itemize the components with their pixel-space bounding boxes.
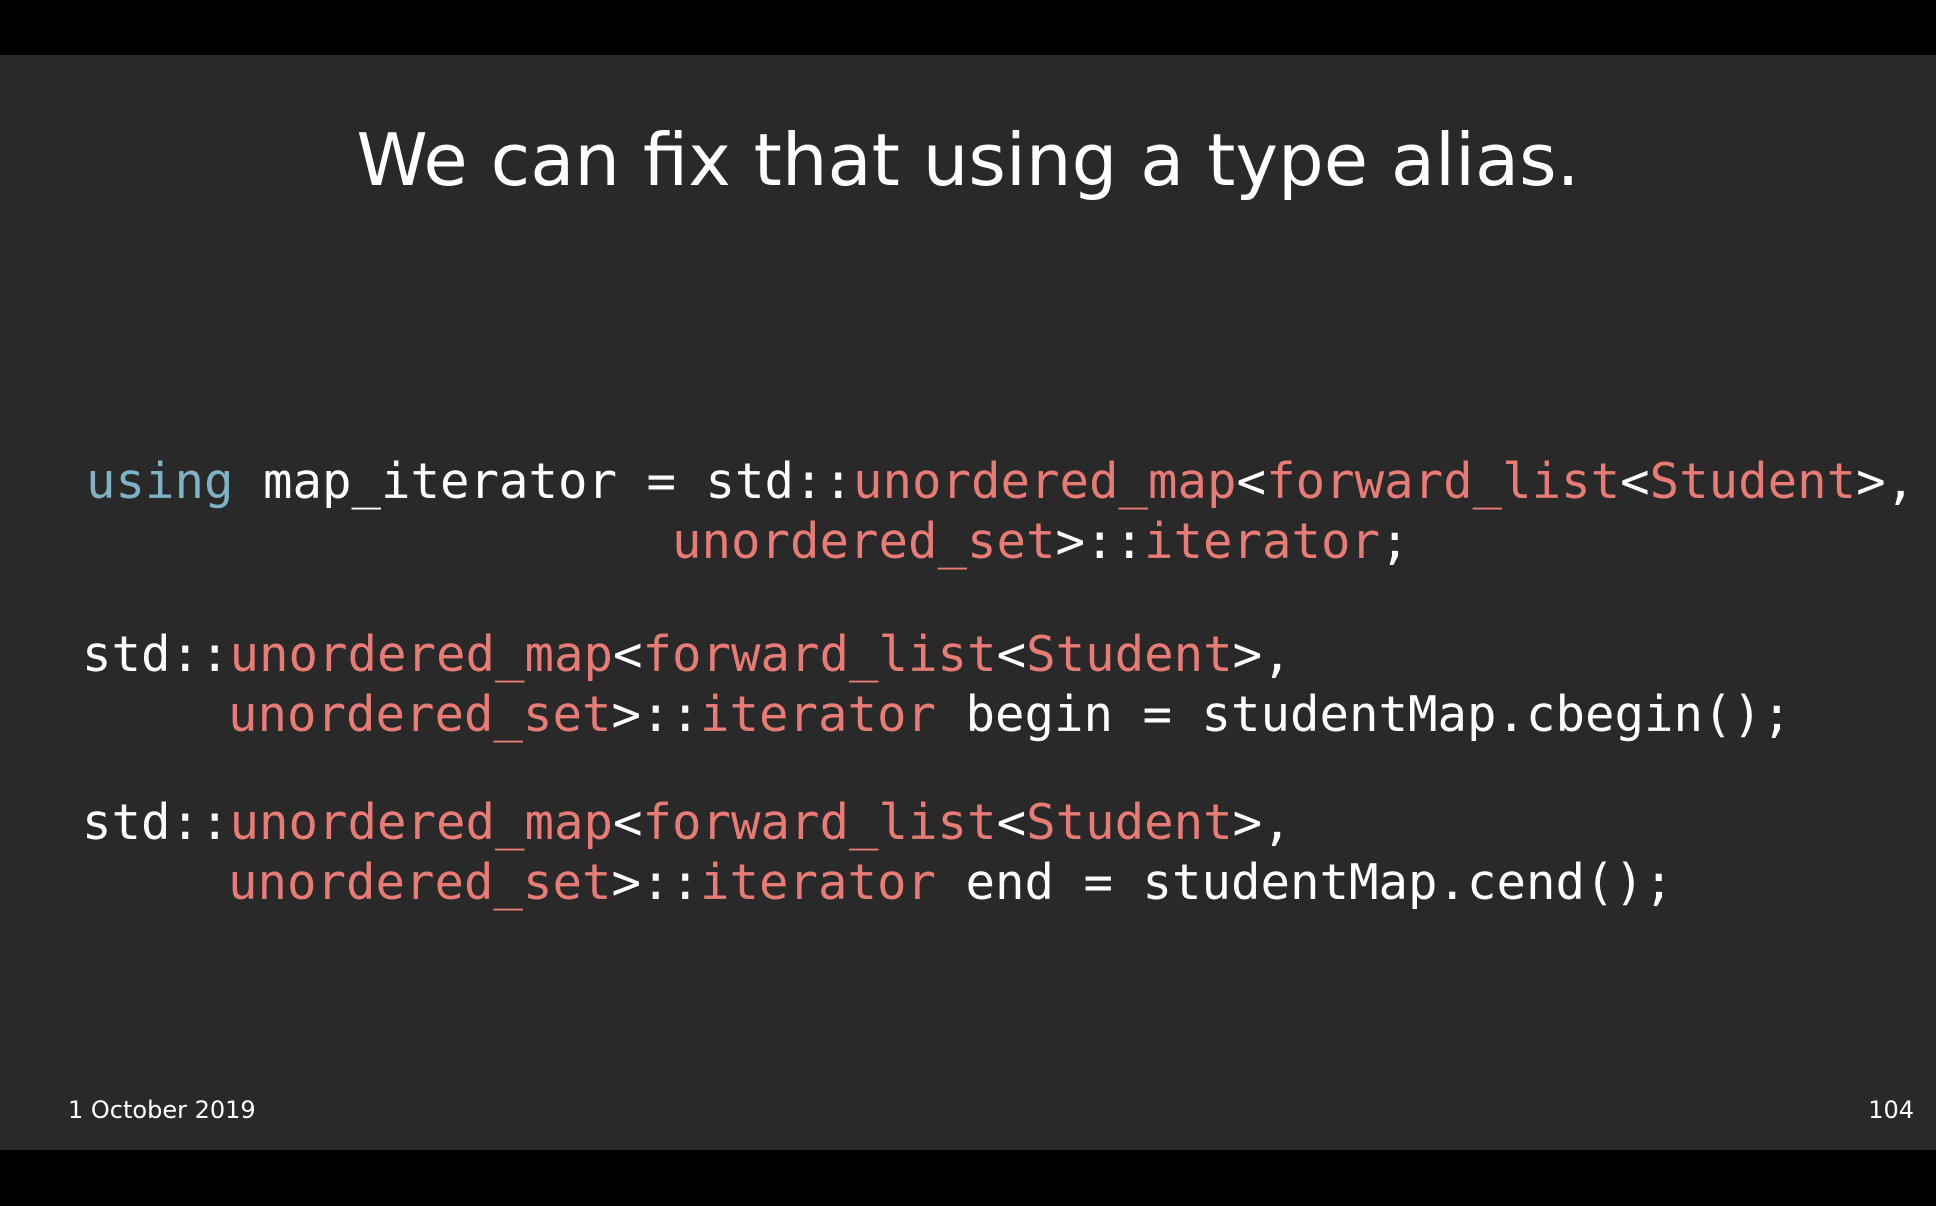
code-token: < xyxy=(1620,453,1650,510)
code-type-token: forward_list xyxy=(642,794,997,851)
code-type-token: Student xyxy=(1026,626,1233,683)
code-type-token: iterator xyxy=(1144,513,1381,570)
code-line: unordered_set>::iterator; xyxy=(86,512,1915,572)
code-end-declaration: std::unordered_map<forward_list<Student>… xyxy=(82,793,1674,913)
code-token: < xyxy=(1236,453,1267,510)
code-token: >:: xyxy=(1055,513,1145,570)
code-type-token: forward_list xyxy=(1266,453,1621,510)
code-keyword-using: using xyxy=(86,453,234,510)
code-token: begin = studentMap.cbegin(); xyxy=(936,686,1792,743)
letterbox-top xyxy=(0,0,1936,55)
code-token: >, xyxy=(1856,453,1916,510)
code-token: < xyxy=(996,626,1027,683)
code-token: >, xyxy=(1232,626,1292,683)
code-type-token: iterator xyxy=(700,686,937,743)
footer-date: 1 October 2019 xyxy=(68,1096,256,1124)
code-token: >:: xyxy=(611,854,701,911)
code-token: < xyxy=(613,794,643,851)
code-token: >:: xyxy=(611,686,701,743)
code-line: using map_iterator = std::unordered_map<… xyxy=(86,452,1915,512)
code-token: std:: xyxy=(82,794,230,851)
page-number: 104 xyxy=(1868,1096,1914,1124)
code-alias-declaration: using map_iterator = std::unordered_map<… xyxy=(86,452,1915,572)
code-line: std::unordered_map<forward_list<Student>… xyxy=(82,793,1674,853)
code-type-token: forward_list xyxy=(642,626,997,683)
code-type-token: unordered_set xyxy=(228,686,612,743)
code-line: std::unordered_map<forward_list<Student>… xyxy=(82,625,1792,685)
letterbox-bottom xyxy=(0,1150,1936,1206)
code-token: >, xyxy=(1232,794,1292,851)
code-begin-declaration: std::unordered_map<forward_list<Student>… xyxy=(82,625,1792,745)
code-token: < xyxy=(613,626,643,683)
code-token: map_iterator = std:: xyxy=(233,453,854,510)
code-type-token: unordered_set xyxy=(228,854,612,911)
code-type-token: unordered_set xyxy=(672,513,1056,570)
slide: We can fix that using a type alias. usin… xyxy=(0,55,1936,1150)
code-type-token: unordered_map xyxy=(229,794,614,851)
code-type-token: Student xyxy=(1649,453,1857,510)
code-type-token: unordered_map xyxy=(229,626,614,683)
code-type-token: iterator xyxy=(700,854,937,911)
code-token: ; xyxy=(1380,513,1410,570)
code-token: end = studentMap.cend(); xyxy=(936,854,1674,911)
code-type-token: Student xyxy=(1026,794,1233,851)
code-type-token: unordered_map xyxy=(853,453,1237,510)
code-token: std:: xyxy=(82,626,230,683)
code-line: unordered_set>::iterator begin = student… xyxy=(82,685,1792,745)
code-line: unordered_set>::iterator end = studentMa… xyxy=(82,853,1674,913)
code-token: < xyxy=(996,794,1027,851)
slide-title: We can fix that using a type alias. xyxy=(356,118,1580,202)
